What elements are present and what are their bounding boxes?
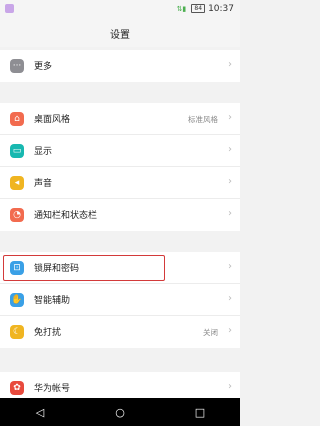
huawei-icon: ✿ bbox=[10, 381, 24, 395]
settings-item-label: 智能辅助 bbox=[34, 296, 71, 306]
display-icon: ▭ bbox=[10, 144, 24, 158]
settings-item-label: 华为帐号 bbox=[34, 384, 71, 394]
app-notification-icon bbox=[5, 4, 14, 13]
recents-icon[interactable]: □ bbox=[190, 406, 210, 419]
back-icon[interactable]: ◁ bbox=[30, 406, 50, 419]
chevron-right-icon: › bbox=[228, 325, 232, 336]
settings-item-smart-assist[interactable]: ✋ 智能辅助 › bbox=[0, 284, 240, 316]
chevron-right-icon: › bbox=[228, 112, 232, 123]
chevron-right-icon: › bbox=[228, 208, 232, 219]
home-icon: ⌂ bbox=[10, 112, 24, 126]
chevron-right-icon: › bbox=[228, 59, 232, 70]
status-time: 10:37 bbox=[208, 3, 234, 14]
lock-icon: ⊡ bbox=[10, 261, 24, 275]
settings-item-display[interactable]: ▭ 显示 › bbox=[0, 135, 240, 167]
notification-icon: ◔ bbox=[10, 208, 24, 222]
chevron-right-icon: › bbox=[228, 293, 232, 304]
settings-item-label: 声音 bbox=[34, 179, 53, 189]
settings-item-label: 桌面风格 bbox=[34, 115, 71, 125]
settings-section-display: ⌂ 桌面风格 标准风格 › ▭ 显示 › ◂ 声音 › ◔ 通知栏和状态栏 › bbox=[0, 103, 240, 231]
settings-item-sound[interactable]: ◂ 声音 › bbox=[0, 167, 240, 199]
settings-item-notification[interactable]: ◔ 通知栏和状态栏 › bbox=[0, 199, 240, 231]
signal-icon: ⇅▮ bbox=[176, 4, 187, 13]
battery-icon: 84 bbox=[191, 4, 206, 13]
battery-level: 84 bbox=[194, 5, 203, 12]
chevron-right-icon: › bbox=[228, 144, 232, 155]
settings-item-label: 更多 bbox=[34, 62, 53, 72]
settings-item-label: 显示 bbox=[34, 147, 53, 157]
settings-item-do-not-disturb[interactable]: ☾ 免打扰 关闭 › bbox=[0, 316, 240, 348]
settings-section-more: ··· 更多 › bbox=[0, 50, 240, 82]
settings-item-desktop-style[interactable]: ⌂ 桌面风格 标准风格 › bbox=[0, 103, 240, 135]
settings-item-value: 关闭 bbox=[203, 328, 218, 337]
settings-item-lock-screen[interactable]: ⊡ 锁屏和密码 › bbox=[0, 252, 240, 284]
title-bar: 设置 bbox=[0, 17, 240, 47]
status-bar: ⇅▮ 84 10:37 bbox=[0, 0, 240, 17]
settings-item-label: 通知栏和状态栏 bbox=[34, 211, 98, 221]
more-icon: ··· bbox=[10, 59, 24, 73]
page-title: 设置 bbox=[110, 30, 130, 41]
settings-item-more[interactable]: ··· 更多 › bbox=[0, 50, 240, 82]
sound-icon: ◂ bbox=[10, 176, 24, 190]
home-circle-icon[interactable]: ○ bbox=[110, 406, 130, 419]
chevron-right-icon: › bbox=[228, 261, 232, 272]
settings-item-label: 锁屏和密码 bbox=[34, 264, 80, 274]
hand-icon: ✋ bbox=[10, 293, 24, 307]
chevron-right-icon: › bbox=[228, 176, 232, 187]
settings-section-security: ⊡ 锁屏和密码 › ✋ 智能辅助 › ☾ 免打扰 关闭 › bbox=[0, 252, 240, 348]
settings-item-value: 标准风格 bbox=[188, 115, 218, 124]
navigation-bar: ◁ ○ □ bbox=[0, 398, 240, 426]
moon-icon: ☾ bbox=[10, 325, 24, 339]
settings-item-label: 免打扰 bbox=[34, 328, 62, 338]
chevron-right-icon: › bbox=[228, 381, 232, 392]
